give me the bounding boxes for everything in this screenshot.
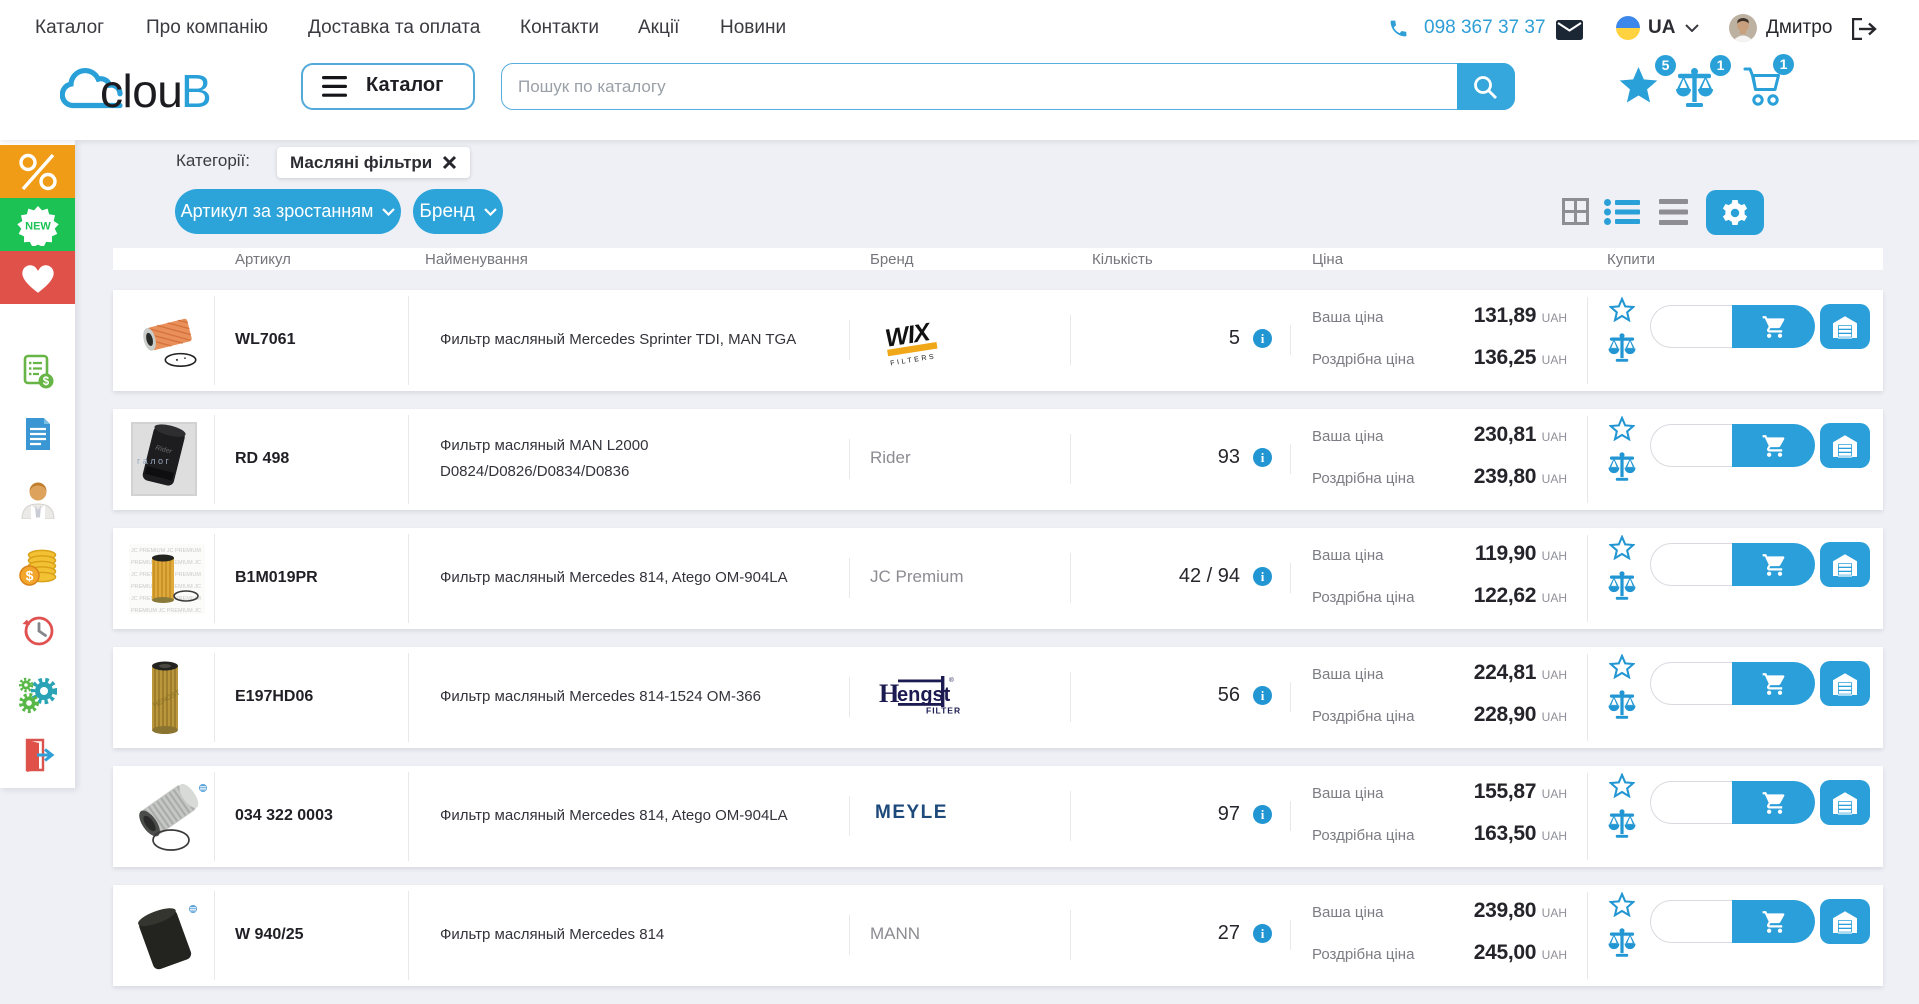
svg-text:JC PREMIUM JC PREMIUM: JC PREMIUM JC PREMIUM [131, 548, 201, 554]
svg-text:г а л о г: г а л о г [137, 456, 170, 466]
svg-text:PREMIUM JC PREMIUM JC: PREMIUM JC PREMIUM JC [131, 608, 201, 614]
svg-text:®: ® [949, 676, 954, 684]
svg-text:NEW: NEW [25, 220, 51, 232]
svg-text:$: $ [25, 568, 33, 584]
svg-text:clou: clou [100, 65, 182, 114]
svg-text:$: $ [42, 376, 49, 388]
svg-text:B: B [181, 65, 212, 114]
svg-text:FILTER: FILTER [926, 706, 961, 715]
svg-text:FILTERS: FILTERS [890, 353, 937, 366]
